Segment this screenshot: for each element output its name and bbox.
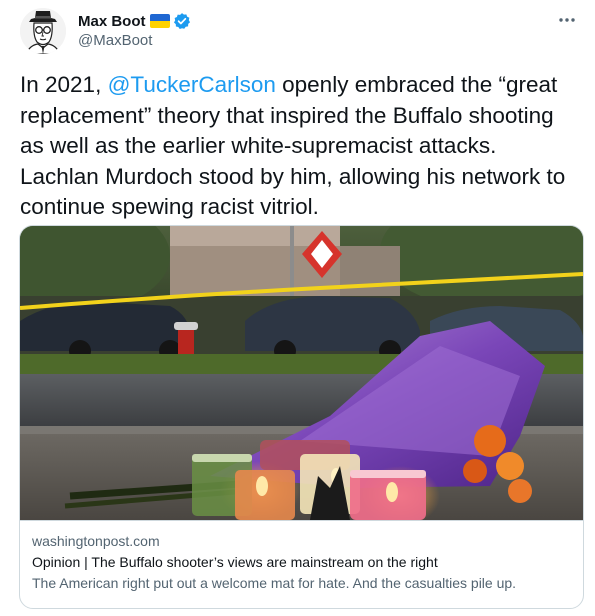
more-horizontal-icon	[559, 18, 575, 22]
tweet: Max Boot @MaxBoot In 2021, @TuckerCarlso…	[0, 0, 595, 616]
tweet-text: In 2021, @TuckerCarlson openly embraced …	[20, 70, 580, 223]
tweet-text-before: In 2021,	[20, 72, 108, 97]
memorial-flowers-candles-photo	[20, 226, 583, 520]
mention-link[interactable]: @TuckerCarlson	[108, 72, 276, 97]
name-row: Max Boot	[78, 10, 191, 32]
display-name[interactable]: Max Boot	[78, 13, 146, 30]
handle[interactable]: @MaxBoot	[78, 32, 191, 49]
link-card[interactable]: washingtonpost.com Opinion | The Buffalo…	[19, 225, 584, 609]
card-description: The American right put out a welcome mat…	[32, 575, 517, 591]
ukraine-flag-icon	[149, 14, 170, 28]
avatar[interactable]	[20, 8, 66, 54]
caricature-avatar-icon	[20, 8, 66, 54]
link-card-info: washingtonpost.com Opinion | The Buffalo…	[20, 520, 583, 608]
more-options-button[interactable]	[555, 10, 579, 30]
author-info: Max Boot @MaxBoot	[78, 10, 191, 49]
card-domain: washingtonpost.com	[32, 533, 160, 549]
verified-badge-icon	[173, 12, 191, 30]
card-title[interactable]: Opinion | The Buffalo shooter’s views ar…	[32, 554, 438, 570]
